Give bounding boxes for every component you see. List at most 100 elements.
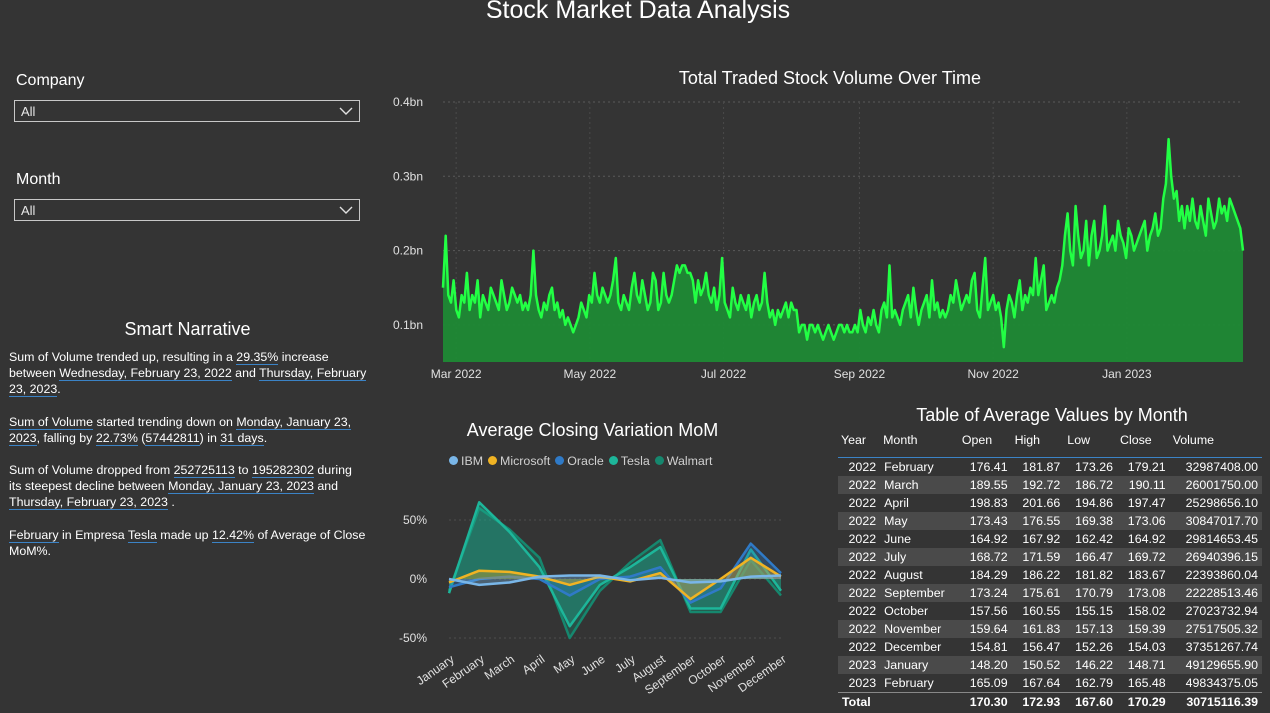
legend-item[interactable]: Microsoft — [488, 454, 550, 468]
mom-area-chart[interactable]: 50%0%-50%JanuaryFebruaryMarch April May Jun… — [385, 475, 825, 713]
table-row: 2022 July 168.72 171.59 166.47 169.72 26940396… — [838, 548, 1262, 566]
table-cell: 2022 — [848, 550, 877, 564]
table-cell: 160.55 — [1022, 604, 1061, 618]
table-cell: 148.20 — [969, 658, 1008, 672]
legend-marker — [555, 456, 565, 465]
volume-chart-title: Total Traded Stock Volume Over Time — [678, 68, 982, 88]
x-tick-label: Jul 2022 — [701, 367, 747, 381]
column-header[interactable]: Volume — [1169, 430, 1262, 458]
legend-item[interactable]: Tesla — [608, 453, 650, 468]
table-cell: 22393860.04 — [1185, 568, 1258, 582]
table-cell: 173.26 — [1075, 460, 1113, 474]
table-cell: 179.21 — [1127, 460, 1166, 474]
chevron-down-icon — [339, 206, 353, 214]
table-cell: 2022 — [848, 496, 877, 510]
narrative-text: Sum of Volume trended up, resulting in a — [9, 350, 237, 364]
table-cell: 49129655.90 — [1185, 658, 1258, 672]
table-cell: September — [884, 586, 945, 600]
column-header[interactable]: Year — [838, 430, 881, 458]
volume-area-chart[interactable]: 0.1bn 0.2bn 0.3bn 0.4bn Mar 2022 May 2022 Jul … — [385, 90, 1270, 390]
table-cell: 176.55 — [1022, 514, 1061, 528]
narrative-value: 12.42% — [211, 527, 254, 543]
table-cell: March — [884, 478, 919, 492]
table-cell: 164.92 — [1127, 532, 1166, 546]
table-cell: October — [884, 604, 929, 618]
column-header[interactable]: Close — [1117, 430, 1170, 458]
table-cell: 26940396.15 — [1185, 550, 1258, 564]
column-header[interactable]: Low — [1064, 430, 1117, 458]
narrative-text: and — [313, 479, 339, 494]
narrative-value: Monday, January 23, 2023 — [168, 479, 314, 495]
narrative-paragraph: Sum of Volume trended up, resulting in a… — [9, 349, 367, 398]
table-cell: 181.87 — [1022, 460, 1061, 474]
legend-label: Tesla — [620, 453, 650, 468]
table-cell: 154.03 — [1127, 640, 1166, 654]
y-tick-label: 0.2bn — [393, 244, 423, 258]
narrative-value: 252725113 — [173, 463, 235, 479]
smart-narrative: Sum of Volume trended up, resulting in a… — [9, 349, 367, 575]
table-cell: 173.24 — [969, 586, 1008, 600]
total-cell: 30715116.39 — [1169, 692, 1262, 711]
table-cell: 158.02 — [1127, 604, 1166, 618]
table-cell: 37351267.74 — [1185, 640, 1258, 654]
narrative-paragraph: February in Empresa Tesla made up 12.42%… — [9, 527, 367, 559]
table-row: 2022 February 176.41 181.87 173.26 179.21 3298… — [838, 458, 1262, 477]
table-title: Table of Average Values by Month — [916, 405, 1188, 425]
narrative-value: 29.35% — [236, 350, 279, 365]
narrative-text: Sum of Volume dropped from — [9, 463, 174, 478]
narrative-text: . — [263, 430, 268, 445]
x-tick-label: Mar 2022 — [431, 367, 482, 381]
legend-label: Walmart — [666, 453, 713, 468]
table-cell: 2022 — [848, 568, 877, 582]
table-cell: 168.72 — [969, 550, 1008, 564]
average-values-table[interactable]: Year Month Open High Low Close Volume 2022 Febr… — [838, 430, 1262, 711]
table-cell: August — [884, 568, 923, 582]
column-header[interactable]: Month — [880, 430, 959, 458]
table-cell: 189.55 — [969, 478, 1008, 492]
table-cell: 157.56 — [969, 604, 1008, 618]
table-cell: 173.06 — [1127, 514, 1166, 528]
column-header[interactable]: High — [1011, 430, 1065, 458]
table-cell: 169.72 — [1127, 550, 1166, 564]
company-dropdown[interactable]: All — [14, 100, 360, 122]
y-tick-label: 0.1bn — [393, 318, 423, 332]
table-cell: 176.41 — [969, 460, 1008, 474]
table-cell: 26001750.00 — [1185, 478, 1258, 492]
narrative-value: Sum of Volume — [9, 414, 94, 430]
table-cell: December — [884, 640, 942, 654]
table-cell: 2023 — [848, 676, 877, 690]
page-title: Stock Market Data Analysis — [485, 0, 791, 24]
table-cell: 2022 — [848, 478, 877, 492]
total-cell: 170.29 — [1117, 692, 1170, 711]
legend-label: Microsoft — [500, 453, 551, 468]
table-row: 2022 September 173.24 175.61 170.79 173.08 222… — [838, 584, 1262, 602]
table-row: 2022 April 198.83 201.66 194.86 197.47 2529865… — [838, 494, 1262, 512]
legend-item[interactable]: IBM — [449, 454, 483, 468]
legend-item[interactable]: Oracle — [555, 454, 604, 468]
table-cell: 165.09 — [969, 676, 1008, 690]
y-tick-label: 50% — [403, 513, 427, 527]
table-cell: November — [884, 622, 942, 636]
table-cell: 2022 — [848, 622, 877, 636]
table-cell: 32987408.00 — [1185, 460, 1258, 474]
narrative-text: , falling by — [36, 430, 96, 445]
narrative-paragraph: Sum of Volume started trending down on M… — [9, 414, 367, 446]
month-dropdown-value: All — [21, 203, 36, 218]
table-cell: 2022 — [848, 640, 877, 654]
table-cell: 29814653.45 — [1185, 532, 1258, 546]
table-total-row: Total 170.30 172.93 167.60 170.29 30715116.39 — [838, 692, 1262, 711]
legend-marker — [608, 456, 618, 465]
table-cell: 186.72 — [1075, 478, 1113, 492]
table-cell: 183.67 — [1127, 568, 1166, 582]
table-cell: 161.83 — [1022, 622, 1061, 636]
column-header[interactable]: Open — [958, 430, 1012, 458]
table-cell: 186.22 — [1022, 568, 1061, 582]
total-cell: 172.93 — [1011, 692, 1065, 711]
y-tick-label: 0% — [410, 572, 428, 586]
narrative-value: 31 days — [220, 430, 264, 446]
narrative-title: Smart Narrative — [124, 319, 251, 339]
narrative-text: and — [231, 366, 260, 381]
month-dropdown[interactable]: All — [14, 199, 360, 221]
y-tick-label: 0.3bn — [393, 169, 423, 183]
legend-item[interactable]: Walmart — [654, 453, 713, 468]
